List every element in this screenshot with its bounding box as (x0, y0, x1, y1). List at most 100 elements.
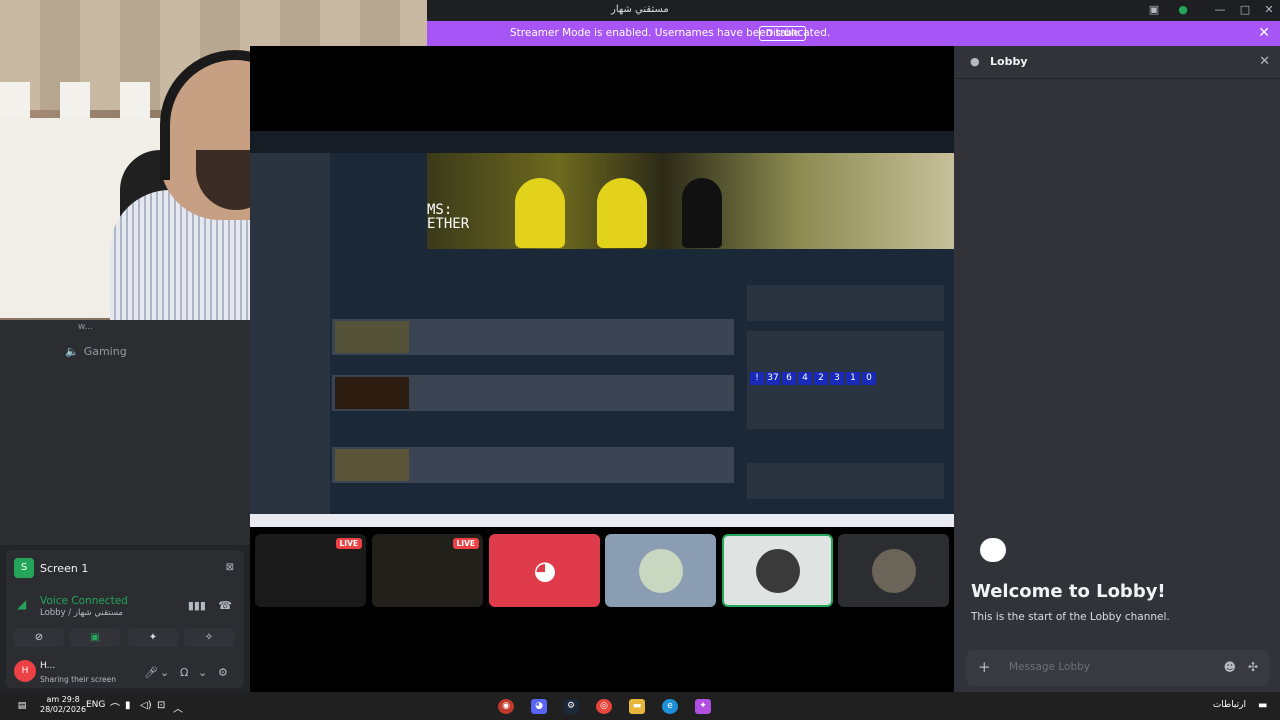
steam-icon[interactable]: ⚙ (563, 699, 579, 714)
counter-digit: ! (750, 372, 764, 385)
notification-center-icon[interactable]: ▤ (14, 699, 30, 714)
notifications-label[interactable]: ارتباطات (1213, 700, 1246, 710)
steam-topbar (250, 131, 954, 153)
disable-button[interactable]: Disable (759, 26, 807, 41)
network-icon[interactable]: ⊡ (157, 700, 165, 711)
microphone-icon[interactable]: 🎤︎ (144, 666, 158, 679)
chevron-down-icon[interactable]: ⌄ (160, 666, 169, 679)
window-titlebar: مستقني شهار ▣ ● — □ ✕ (427, 0, 1280, 21)
message-input[interactable]: Message Lobby (1009, 661, 1090, 673)
stop-screen-icon[interactable]: ⊠ (226, 562, 234, 573)
close-window-button[interactable]: ✕ (1261, 3, 1277, 17)
wifi-icon[interactable]: ⌒ (110, 700, 120, 715)
voice-channel-label: Gaming (83, 345, 127, 358)
steam-library-nav (250, 153, 330, 527)
counter-digit: 1 (846, 372, 860, 385)
screen-share-card: S Screen 1 ⊠ ◢ Voice Connected Lobby / م… (6, 550, 244, 688)
news-row (332, 319, 734, 355)
language-indicator[interactable]: ENG (86, 700, 105, 710)
hero-title: MS: ETHER (427, 203, 469, 231)
chat-bubble-icon: ● (970, 55, 980, 68)
channel-user-preview: w... (78, 322, 94, 332)
user-status: Sharing their screen (40, 675, 116, 684)
shared-taskbar (250, 514, 954, 527)
chevron-down-icon[interactable]: ⌄ (198, 666, 207, 679)
signal-icon: ◢ (17, 597, 27, 611)
counter-digit: 37 (766, 372, 780, 385)
news-thumb (335, 377, 409, 409)
counter-digit: 3 (830, 372, 844, 385)
participant-tile-morty[interactable] (605, 534, 716, 607)
window-title: مستقني شهار (611, 4, 669, 15)
shared-screen: MS: ETHER ! 37 6 4 2 3 1 0 (250, 131, 954, 527)
microphone-icon[interactable]: ▮ (125, 700, 131, 711)
game-hero-banner (427, 153, 954, 249)
headphones-icon[interactable]: Ω (180, 666, 188, 679)
participant-tile-game[interactable]: LIVE (372, 534, 483, 607)
app-icon[interactable]: ◉ (498, 699, 514, 714)
avatar (756, 549, 800, 593)
chat-bubble-icon (980, 538, 1006, 562)
clock[interactable]: am 29:8 28/02/2026 (40, 695, 86, 715)
participant-tile-discord[interactable]: ◕ (489, 534, 600, 607)
folder-icon[interactable]: ▬ (629, 699, 645, 714)
copilot-icon[interactable]: ✦ (695, 699, 711, 714)
counter-digit: 0 (862, 372, 876, 385)
hero-title-line2: ETHER (427, 216, 470, 232)
speaker-icon: 🔈 (65, 345, 79, 358)
chrome-icon[interactable]: ◎ (596, 699, 612, 714)
counter-digit: 4 (798, 372, 812, 385)
maximize-button[interactable]: □ (1237, 3, 1253, 17)
gear-icon[interactable]: ⚙ (218, 666, 228, 679)
edge-icon[interactable]: e (662, 699, 678, 714)
side-panel (747, 463, 944, 499)
share-screen-button[interactable]: ▣ (70, 628, 120, 647)
discord-icon[interactable]: ◕ (531, 699, 547, 714)
close-icon[interactable]: ✕ (1259, 54, 1270, 69)
volume-icon[interactable]: ◁) (140, 700, 152, 711)
camera-off-button[interactable]: ⊘ (14, 628, 64, 647)
voice-channel-gaming[interactable]: 🔈 Gaming (60, 345, 127, 358)
disconnect-icon[interactable]: ☎ (218, 599, 232, 612)
screen-title: Screen 1 (40, 562, 89, 575)
participant-tile-screen[interactable]: LIVE (255, 534, 366, 607)
user-panel: S Screen 1 ⊠ ◢ Voice Connected Lobby / م… (0, 545, 250, 692)
streamer-mode-banner: Streamer Mode is enabled. Usernames have… (427, 21, 1280, 46)
close-icon[interactable]: ✕ (1258, 25, 1270, 41)
chevron-up-icon[interactable]: ︿ (173, 700, 183, 715)
add-attachment-icon[interactable]: + (978, 658, 991, 676)
counter-digit: 6 (782, 372, 796, 385)
live-badge: LIVE (452, 538, 479, 549)
show-desktop-icon[interactable]: ▬ (1258, 700, 1267, 711)
activities-button[interactable]: ✦ (128, 628, 178, 647)
voice-connected-label[interactable]: Voice Connected (40, 595, 128, 607)
screen-icon: S (14, 558, 34, 578)
noise-suppression-icon[interactable]: ▮▮▮ (188, 599, 206, 612)
minimize-button[interactable]: — (1212, 3, 1228, 17)
clock-date: 28/02/2026 (40, 705, 87, 714)
apps-icon[interactable]: ✣ (1248, 660, 1258, 674)
live-badge: LIVE (335, 538, 362, 549)
avatar (872, 549, 916, 593)
hero-figure (515, 178, 565, 248)
discord-icon: ◕ (533, 556, 557, 586)
voice-channel-path: Lobby / مستقني شهار (40, 608, 123, 618)
avatar (639, 549, 683, 593)
news-thumb (335, 321, 409, 353)
soundboard-button[interactable]: ✧ (184, 628, 234, 647)
message-composer[interactable]: + Message Lobby ☻ ✣ (966, 650, 1270, 686)
news-thumb (335, 449, 409, 481)
chat-channel-name: Lobby (990, 55, 1028, 68)
emoji-icon[interactable]: ☻ (1223, 660, 1236, 674)
help-icon[interactable]: ● (1175, 3, 1191, 17)
counter-digits: ! 37 6 4 2 3 1 0 (750, 372, 876, 385)
participant-tile-speaking[interactable] (722, 534, 833, 607)
participant-tile-soldier[interactable] (838, 534, 949, 607)
avatar[interactable]: H (14, 660, 36, 682)
news-row (332, 375, 734, 411)
user-name: H... (40, 661, 56, 671)
side-panel (747, 285, 944, 321)
screen-share-icon[interactable]: ▣ (1146, 3, 1162, 17)
clock-time: am 29:8 (46, 695, 80, 704)
channel-list: w... 🔈 Gaming (0, 320, 250, 545)
